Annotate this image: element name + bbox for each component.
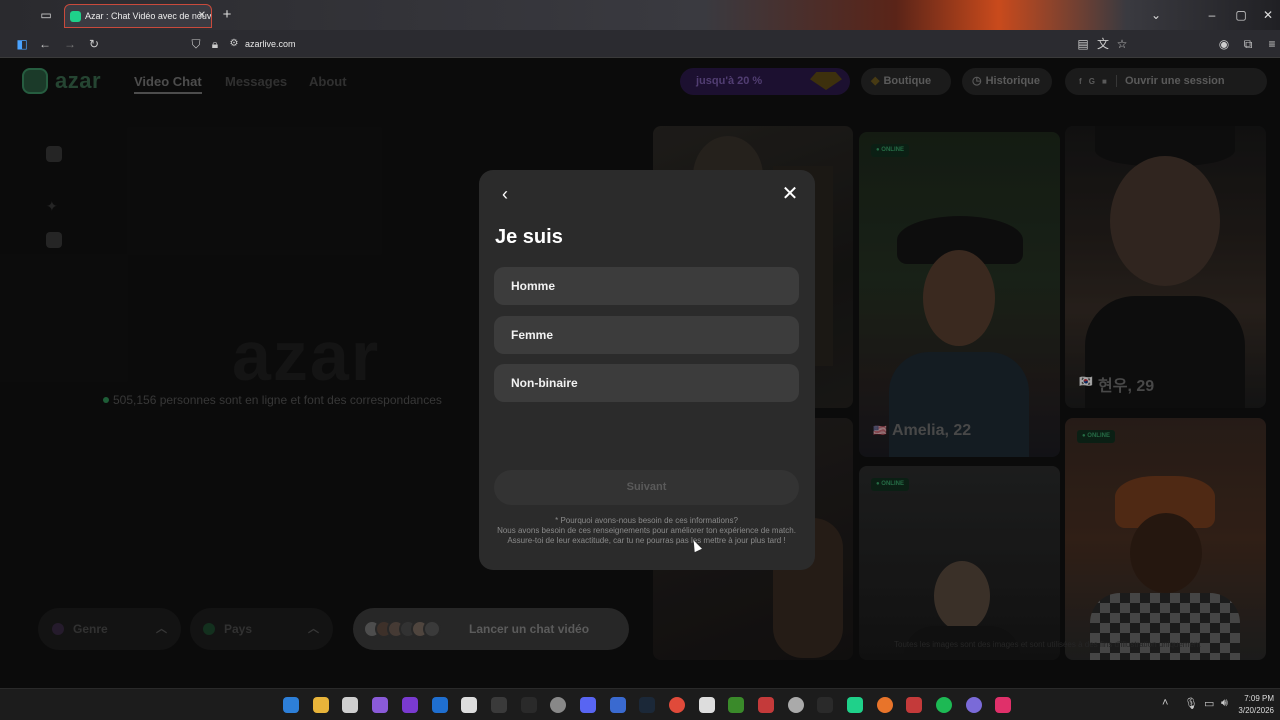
azar-app-icon[interactable] [847,697,863,713]
windows-taskbar: ˄ 🎙︎ ▭ 🔊︎ 7:09 PM 3/20/2026 [0,688,1280,720]
file-explorer-icon[interactable] [313,697,329,713]
azar-favicon-icon [70,11,81,22]
outlook-icon[interactable] [432,697,448,713]
chevron-down-icon[interactable]: ⌄ [1146,0,1166,30]
store-icon[interactable] [342,697,358,713]
network-icon[interactable]: ▭ [1204,697,1214,710]
app-icon[interactable] [402,697,418,713]
clock-time[interactable]: 7:09 PM [1244,694,1274,703]
option-femme[interactable]: Femme [494,316,799,354]
spotify-icon[interactable] [936,697,952,713]
clock-date[interactable]: 3/20/2026 [1238,706,1274,715]
chrome-icon[interactable] [669,697,685,713]
close-icon[interactable]: ✕ [779,183,801,205]
why-info-title: * Pourquoi avons-nous besoin de ces info… [555,516,738,525]
app-icon[interactable] [699,697,715,713]
why-info-body: Nous avons besoin de ces renseignements … [497,526,796,545]
tiktok-icon[interactable] [995,697,1011,713]
epic-games-icon[interactable] [521,697,537,713]
volume-icon[interactable]: 🔊︎ [1221,697,1228,710]
account-icon[interactable]: ◉ [1214,30,1234,58]
close-window-icon[interactable]: ✕ [1258,0,1278,30]
option-non-binaire[interactable]: Non-binaire [494,364,799,402]
app-icon[interactable] [817,697,833,713]
url-field[interactable]: azarlive.com [245,30,296,58]
new-tab-button[interactable]: + [217,0,237,30]
minecraft-icon[interactable] [728,697,744,713]
reload-icon[interactable]: ↻ [84,30,104,58]
close-tab-icon[interactable]: ✕ [198,5,206,27]
modal-title: Je suis [495,226,563,248]
shield-icon[interactable]: ⛉ [186,30,206,58]
extensions-icon[interactable]: ⧉ [1238,30,1258,58]
minimize-icon[interactable]: – [1202,0,1222,30]
address-bar: ◧ ← → ↻ ⛉ 🔒︎ ⚙ azarlive.com ▤ 文 ☆ ◉ ⧉ ≡ [0,30,1280,58]
tab-title: Azar : Chat Vidéo avec de nouv [85,11,212,21]
next-button[interactable]: Suivant [494,470,799,505]
app-icon[interactable] [491,697,507,713]
forward-arrow-icon[interactable]: → [60,30,80,58]
shield-app-icon[interactable] [610,697,626,713]
app-icon[interactable] [550,697,566,713]
maximize-icon[interactable]: ▢ [1231,0,1251,30]
chevron-up-icon[interactable]: ˄ [1162,697,1168,709]
microphone-icon[interactable]: 🎙︎ [1184,697,1198,710]
firefox-icon[interactable] [877,697,893,713]
option-homme[interactable]: Homme [494,267,799,305]
browser-tab-bar: ▭ Azar : Chat Vidéo avec de nouv ✕ + ⌄ –… [0,0,1280,30]
copilot-icon[interactable] [372,697,388,713]
lock-icon[interactable]: 🔒︎ [205,30,225,58]
app-icon[interactable] [966,697,982,713]
app-icon[interactable] [788,697,804,713]
app-icon[interactable] [906,697,922,713]
back-chevron-icon[interactable]: ‹ [495,184,515,204]
reader-view-icon[interactable]: ▤ [1073,30,1093,58]
menu-icon[interactable]: ≡ [1262,30,1280,58]
site-settings-icon[interactable]: ⚙ [224,30,244,58]
sidebar-toggle-icon[interactable]: ◧ [12,30,32,58]
tab-list-icon[interactable]: ▭ [36,0,56,30]
steam-icon[interactable] [639,697,655,713]
translate-icon[interactable]: 文 [1093,30,1113,58]
gender-select-modal: ‹ ✕ Je suis Homme Femme Non-binaire Suiv… [479,170,815,570]
discord-icon[interactable] [580,697,596,713]
back-arrow-icon[interactable]: ← [35,30,55,58]
browser-tab[interactable]: Azar : Chat Vidéo avec de nouv ✕ [64,4,212,28]
app-icon[interactable] [758,697,774,713]
windows-start-icon[interactable] [283,697,299,713]
app-icon[interactable] [461,697,477,713]
bookmark-star-icon[interactable]: ☆ [1112,30,1132,58]
